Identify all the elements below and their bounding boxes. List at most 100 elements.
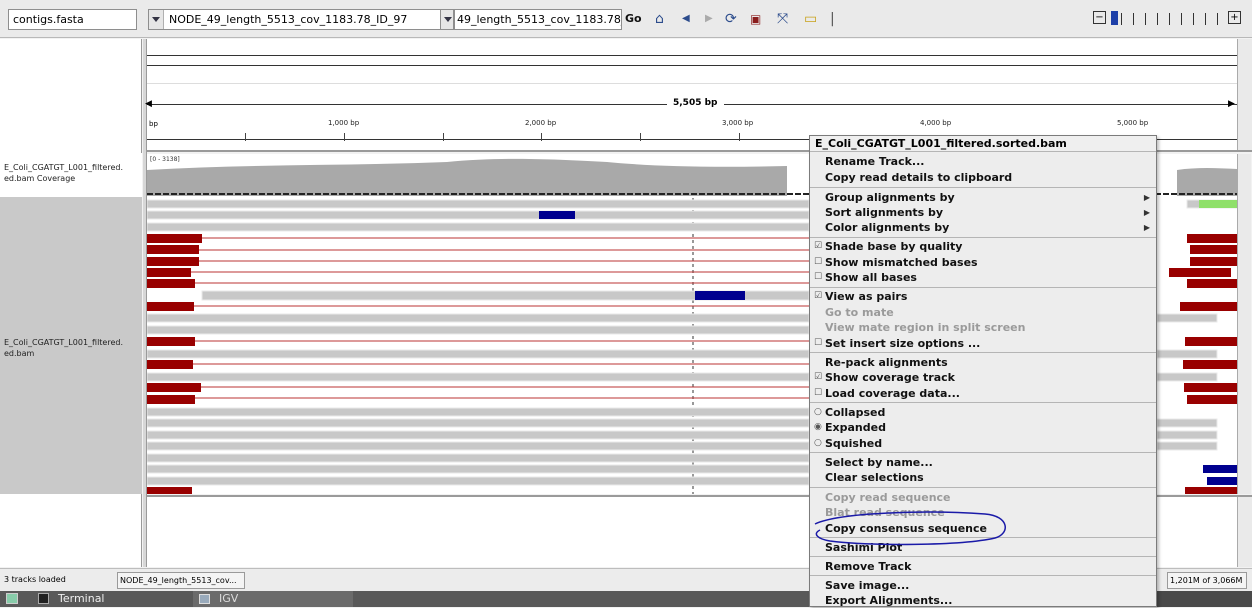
read-row (147, 210, 810, 220)
taskbar-terminal-label: Terminal (58, 592, 105, 605)
menu-label: Shade base by quality (825, 240, 963, 253)
checkbox-unchecked-icon[interactable]: ☐ (814, 336, 822, 351)
menu-rename-track[interactable]: Rename Track... (810, 154, 1156, 169)
checkbox-checked-icon[interactable]: ☑ (814, 239, 822, 254)
menu-expanded[interactable]: ◉ Expanded (810, 420, 1156, 435)
zoom-in-button[interactable]: + (1228, 11, 1241, 24)
read-row (1156, 418, 1218, 428)
menu-show-coverage[interactable]: ☑ Show coverage track (810, 370, 1156, 385)
menu-shade-base[interactable]: ☑ Shade base by quality (810, 239, 1156, 254)
coverage-range: [0 - 3138] (150, 156, 180, 163)
checkbox-checked-icon[interactable]: ☑ (814, 289, 822, 304)
menu-clear-selections[interactable]: Clear selections (810, 470, 1156, 485)
menu-separator (810, 452, 1156, 453)
radio-unselected-icon[interactable]: ○ (814, 436, 822, 451)
ruler-tick (739, 133, 740, 141)
menu-repack[interactable]: Re-pack alignments (810, 355, 1156, 370)
red-read (147, 245, 199, 254)
radio-selected-icon[interactable]: ◉ (814, 420, 822, 435)
menu-show-mismatched[interactable]: ☐ Show mismatched bases (810, 255, 1156, 270)
memory-status: 1,201M of 3,066M (1167, 572, 1247, 589)
menu-show-all-bases[interactable]: ☐ Show all bases (810, 270, 1156, 285)
chromosome-dropdown[interactable]: NODE_49_length_5513_cov_1183.78_ID_97 (148, 9, 450, 30)
checkbox-unchecked-icon[interactable]: ☐ (814, 270, 822, 285)
menu-label: Group alignments by (825, 191, 955, 204)
read-row (147, 313, 810, 323)
alignment-track-name[interactable]: E_Coli_CGATGT_L001_filtered. ed.bam (0, 197, 142, 494)
menu-separator (810, 402, 1156, 403)
menu-squished[interactable]: ○ Squished (810, 436, 1156, 451)
terminal-icon (38, 593, 49, 604)
zoom-out-button[interactable]: − (1093, 11, 1106, 24)
menu-insert-size-options[interactable]: ☐ Set insert size options ... (810, 336, 1156, 351)
feature-scrollbar[interactable] (1237, 497, 1252, 567)
zoom-scale[interactable] (1121, 13, 1221, 25)
menu-save-image[interactable]: Save image... (810, 578, 1156, 593)
menu-label: View mate region in split screen (825, 321, 1026, 334)
locus-status: NODE_49_length_5513_cov... (117, 572, 245, 589)
red-read (1185, 487, 1237, 494)
taskbar-terminal[interactable]: Terminal (30, 591, 190, 607)
popup-text-icon[interactable]: ▭ (804, 11, 817, 27)
checkbox-unchecked-icon[interactable]: ☐ (814, 255, 822, 270)
forward-icon[interactable]: ▶ (705, 11, 713, 27)
chromosome-label: NODE_49_length_5513_cov_1183.78_ID_97 (169, 13, 408, 26)
span-label: 5,505 bp (667, 98, 724, 108)
desktop-icon[interactable] (6, 593, 18, 604)
menu-title: E_Coli_CGATGT_L001_filtered.sorted.bam (810, 136, 1156, 152)
annotation-circle (814, 511, 1006, 546)
ruler-start-label: bp (149, 120, 158, 128)
menu-sort-alignments[interactable]: Sort alignments by ▶ (810, 205, 1156, 220)
menu-label: Copy read sequence (825, 491, 951, 504)
menu-view-as-pairs[interactable]: ☑ View as pairs (810, 289, 1156, 304)
refresh-icon[interactable]: ⟳ (725, 11, 737, 27)
menu-separator (810, 237, 1156, 238)
menu-view-mate-region: View mate region in split screen (810, 320, 1156, 335)
ruler-scrollbar[interactable] (1237, 39, 1252, 150)
menu-label: Sort alignments by (825, 206, 944, 219)
chromosome-dropdown-arrow[interactable] (440, 9, 454, 30)
chevron-down-icon[interactable] (149, 10, 164, 29)
data-scrollbar[interactable] (1237, 154, 1251, 494)
region-icon[interactable]: ▣ (750, 11, 761, 27)
go-button[interactable]: Go (625, 11, 642, 27)
menu-label: Copy read details to clipboard (825, 171, 1013, 184)
taskbar-igv-label: IGV (219, 592, 239, 605)
back-icon[interactable]: ◀ (682, 11, 690, 27)
menu-remove-track[interactable]: Remove Track (810, 559, 1156, 574)
checkbox-checked-icon[interactable]: ☑ (814, 370, 822, 385)
menu-label: Show coverage track (825, 371, 955, 384)
red-read (147, 257, 199, 266)
menu-load-coverage[interactable]: ☐ Load coverage data... (810, 386, 1156, 401)
genome-dropdown[interactable]: contigs.fasta (8, 9, 137, 30)
ruler-tick-label: 4,000 bp (920, 119, 952, 127)
radio-unselected-icon[interactable]: ○ (814, 405, 822, 420)
home-icon[interactable]: ⌂ (655, 11, 664, 27)
blue-read (539, 211, 575, 219)
menu-group-alignments[interactable]: Group alignments by ▶ (810, 190, 1156, 205)
ruler-tick (443, 133, 444, 141)
checkbox-unchecked-icon[interactable]: ☐ (814, 386, 822, 401)
menu-export-alignments[interactable]: Export Alignments... (810, 593, 1156, 608)
menu-select-by-name[interactable]: Select by name... (810, 455, 1156, 470)
zoom-widget[interactable]: − + (1093, 11, 1243, 27)
coverage-track-right (1177, 168, 1237, 196)
menu-color-alignments[interactable]: Color alignments by ▶ (810, 220, 1156, 235)
read-row (147, 325, 810, 335)
read-row (147, 464, 810, 474)
menu-copy-read-details[interactable]: Copy read details to clipboard (810, 170, 1156, 185)
menu-collapsed[interactable]: ○ Collapsed (810, 405, 1156, 420)
read-row (1156, 313, 1218, 323)
coverage-track-name[interactable]: E_Coli_CGATGT_L001_filtered. ed.bam Cove… (0, 153, 142, 197)
menu-copy-read-sequence: Copy read sequence (810, 490, 1156, 505)
ruler-tick-label: 3,000 bp (722, 119, 754, 127)
ruler-tick-label: 5,000 bp (1117, 119, 1149, 127)
resize-icon[interactable]: ⤧ (777, 11, 788, 27)
locus-input[interactable]: 49_length_5513_cov_1183.78_ID_97 (454, 9, 622, 30)
red-read (147, 302, 194, 311)
red-read (147, 279, 195, 288)
chevron-down-icon[interactable] (441, 10, 453, 29)
menu-label: Go to mate (825, 306, 894, 319)
ruler-tick-label: 2,000 bp (525, 119, 557, 127)
taskbar-igv[interactable]: IGV (193, 591, 353, 607)
